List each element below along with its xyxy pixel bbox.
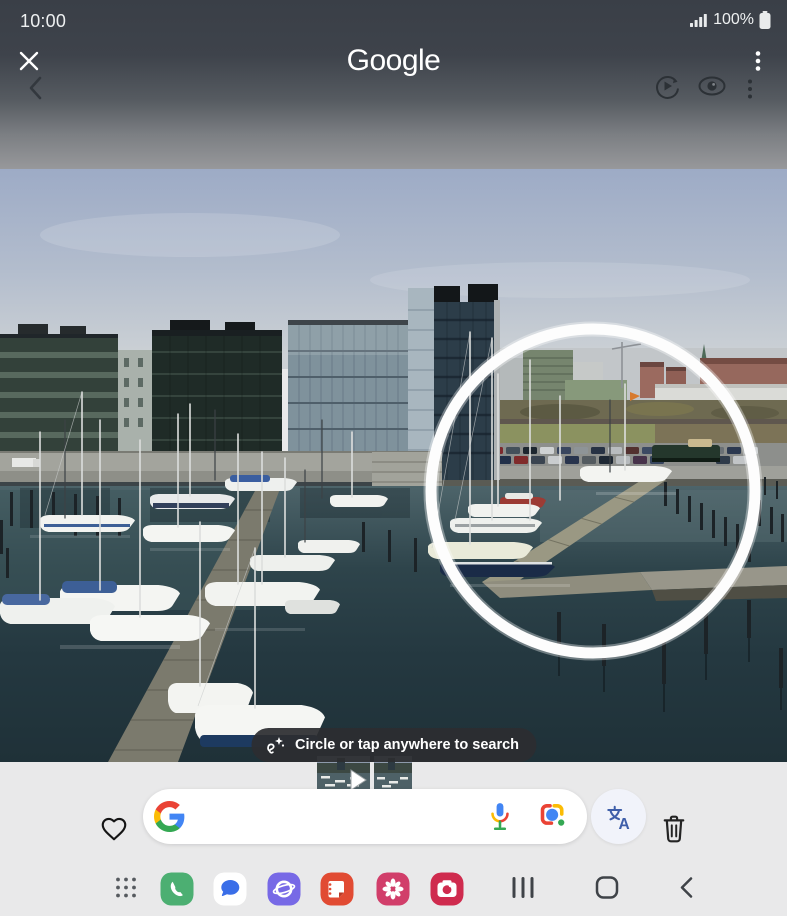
back-chevron-button[interactable] — [26, 76, 46, 100]
search-input[interactable] — [193, 806, 479, 828]
lens-search-button[interactable] — [537, 800, 570, 833]
circle-to-search-screen: 10:00 100% Google — [0, 0, 787, 916]
home-nav-button[interactable] — [594, 875, 620, 904]
gallery-app-icon — [377, 873, 410, 906]
apps-grid-icon — [112, 874, 140, 902]
apps-grid-button[interactable] — [112, 874, 140, 905]
browser-app-button[interactable] — [268, 873, 301, 906]
messages-app-button[interactable] — [214, 873, 247, 906]
translate-button[interactable]: A — [591, 789, 646, 844]
taskbar — [0, 862, 787, 916]
svg-text:A: A — [618, 815, 629, 831]
translate-icon: A — [604, 802, 634, 832]
marina-photo[interactable] — [0, 169, 787, 762]
heart-icon — [99, 814, 129, 844]
gallery-more-button[interactable] — [744, 78, 756, 100]
phone-app-button[interactable] — [161, 873, 194, 906]
view-button[interactable] — [697, 74, 727, 98]
cursor-icon — [350, 769, 368, 791]
chevron-left-icon — [26, 76, 46, 100]
gallery-app-button[interactable] — [377, 873, 410, 906]
recents-nav-button[interactable] — [510, 876, 536, 903]
search-hint-toast: Circle or tap anywhere to search — [251, 728, 536, 762]
google-search-bar[interactable] — [143, 789, 587, 844]
battery-icon — [759, 10, 771, 30]
motion-photo-button[interactable] — [653, 72, 681, 100]
clock: 10:00 — [20, 11, 66, 32]
overflow-menu-button[interactable] — [752, 50, 764, 72]
camera-app-icon — [431, 873, 464, 906]
messages-app-icon — [214, 873, 247, 906]
scribble-sparkle-icon — [264, 734, 286, 756]
browser-app-icon — [268, 873, 301, 906]
home-icon — [594, 875, 620, 901]
notes-app-button[interactable] — [321, 873, 354, 906]
camera-app-button[interactable] — [431, 873, 464, 906]
voice-search-button[interactable] — [487, 801, 513, 833]
recents-icon — [510, 876, 536, 900]
status-bar: 10:00 100% — [0, 0, 787, 40]
notes-app-icon — [321, 873, 354, 906]
motion-play-icon — [653, 72, 681, 100]
signal-bars-icon — [690, 12, 708, 28]
toast-text: Circle or tap anywhere to search — [295, 737, 519, 753]
phone-app-icon — [161, 873, 194, 906]
battery-percent: 100% — [713, 11, 754, 29]
delete-button[interactable] — [659, 813, 689, 845]
back-nav-button[interactable] — [678, 876, 694, 903]
mic-icon — [487, 801, 513, 833]
favorite-button[interactable] — [99, 814, 129, 844]
google-g-icon — [154, 801, 185, 832]
more-vertical-icon — [752, 50, 764, 72]
eye-icon — [697, 74, 727, 98]
more-vertical-small-icon — [744, 78, 756, 100]
trash-icon — [659, 813, 689, 845]
back-icon — [678, 876, 694, 900]
lens-icon — [537, 800, 570, 833]
